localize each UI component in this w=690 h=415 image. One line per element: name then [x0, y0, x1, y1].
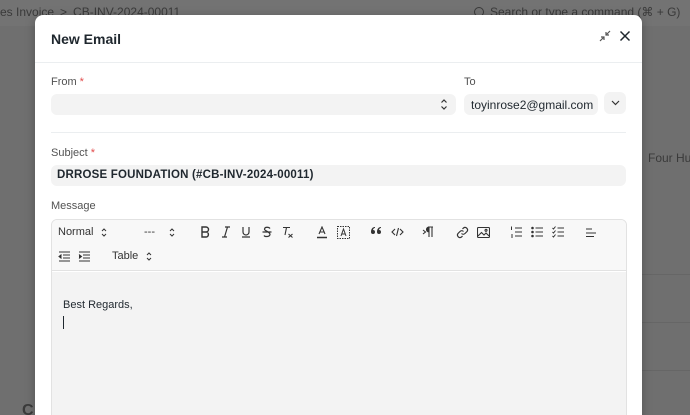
- header-select-value: Normal: [58, 226, 94, 238]
- bullet-list-icon: [530, 226, 543, 238]
- required-mark: *: [90, 147, 95, 159]
- chevron-down-icon: [611, 100, 619, 106]
- to-value: toyinrose2@gmail.com: [471, 98, 594, 112]
- subject-input[interactable]: DRROSE FOUNDATION (#CB-INV-2024-00011): [51, 165, 626, 186]
- editor-toolbar: Normal --- Table: [52, 220, 626, 271]
- underline-icon: [242, 227, 250, 238]
- ordered-list-button[interactable]: [509, 223, 523, 241]
- align-button[interactable]: [584, 223, 598, 241]
- check-list-icon: [551, 226, 564, 238]
- select-arrows-icon: [102, 227, 107, 237]
- italic-icon: [222, 226, 230, 238]
- bold-icon: [201, 226, 210, 238]
- text-color-button[interactable]: [315, 223, 329, 241]
- background-divider: [642, 322, 690, 323]
- link-button[interactable]: [455, 223, 469, 241]
- select-arrows-icon: [146, 251, 152, 261]
- background-text: Four Hu: [648, 151, 690, 165]
- indent-icon: [78, 251, 90, 261]
- to-label: To: [464, 76, 476, 88]
- dialog-title: New Email: [51, 31, 122, 47]
- outdent-button[interactable]: [57, 247, 71, 265]
- indent-button[interactable]: [77, 247, 91, 265]
- paragraph-direction-icon: [422, 226, 433, 237]
- section-divider: [51, 132, 626, 133]
- clear-format-button[interactable]: [281, 223, 295, 241]
- required-mark: *: [79, 76, 84, 88]
- image-button[interactable]: [476, 223, 490, 241]
- subject-label: Subject *: [51, 147, 95, 159]
- editor-content[interactable]: Best Regards,: [52, 272, 626, 415]
- background-divider: [642, 274, 690, 275]
- outdent-icon: [57, 251, 70, 261]
- close-icon: [619, 30, 631, 42]
- select-arrows-icon: [169, 227, 175, 237]
- background-color-button[interactable]: [336, 223, 350, 241]
- direction-button[interactable]: [421, 223, 435, 241]
- background-heading: C: [22, 402, 34, 415]
- table-select[interactable]: Table: [112, 247, 152, 265]
- header-select[interactable]: Normal: [58, 223, 107, 241]
- highlight-icon: [336, 225, 350, 239]
- size-select-value: ---: [144, 226, 155, 238]
- minimize-button[interactable]: [596, 27, 614, 45]
- cc-bcc-toggle[interactable]: [604, 92, 626, 114]
- minimize-icon: [599, 30, 611, 42]
- code-icon: [390, 227, 404, 237]
- align-left-icon: [586, 228, 596, 237]
- editor-line: Best Regards,: [63, 299, 133, 311]
- from-label: From *: [51, 76, 84, 88]
- italic-button[interactable]: [219, 223, 233, 241]
- dialog-header: New Email: [35, 15, 642, 63]
- quote-icon: [371, 227, 381, 234]
- underline-button[interactable]: [239, 223, 253, 241]
- background-divider: [642, 370, 690, 371]
- subject-label-text: Subject: [51, 147, 88, 159]
- text-color-icon: [317, 225, 327, 238]
- code-block-button[interactable]: [390, 223, 404, 241]
- ordered-list-icon: [510, 226, 522, 238]
- subject-value: DRROSE FOUNDATION (#CB-INV-2024-00011): [57, 169, 314, 181]
- blockquote-button[interactable]: [369, 223, 383, 241]
- close-button[interactable]: [616, 27, 634, 45]
- select-arrows-icon: [441, 99, 447, 110]
- from-label-text: From: [51, 76, 77, 88]
- bold-button[interactable]: [198, 223, 212, 241]
- text-caret: [63, 316, 64, 329]
- to-field[interactable]: toyinrose2@gmail.com: [464, 94, 598, 115]
- strikethrough-icon: [262, 226, 272, 238]
- message-label: Message: [51, 200, 96, 212]
- strike-button[interactable]: [260, 223, 274, 241]
- from-select[interactable]: [51, 94, 456, 115]
- new-email-dialog: New Email From* To toyinrose2@gmail.com: [35, 15, 642, 415]
- message-editor: Normal --- Table Best Regards,: [51, 219, 627, 415]
- link-icon: [456, 226, 468, 238]
- table-select-value: Table: [112, 250, 139, 262]
- size-select[interactable]: ---: [144, 223, 175, 241]
- bullet-list-button[interactable]: [530, 223, 544, 241]
- image-icon: [476, 226, 490, 238]
- clear-format-icon: [283, 226, 293, 238]
- check-list-button[interactable]: [551, 223, 565, 241]
